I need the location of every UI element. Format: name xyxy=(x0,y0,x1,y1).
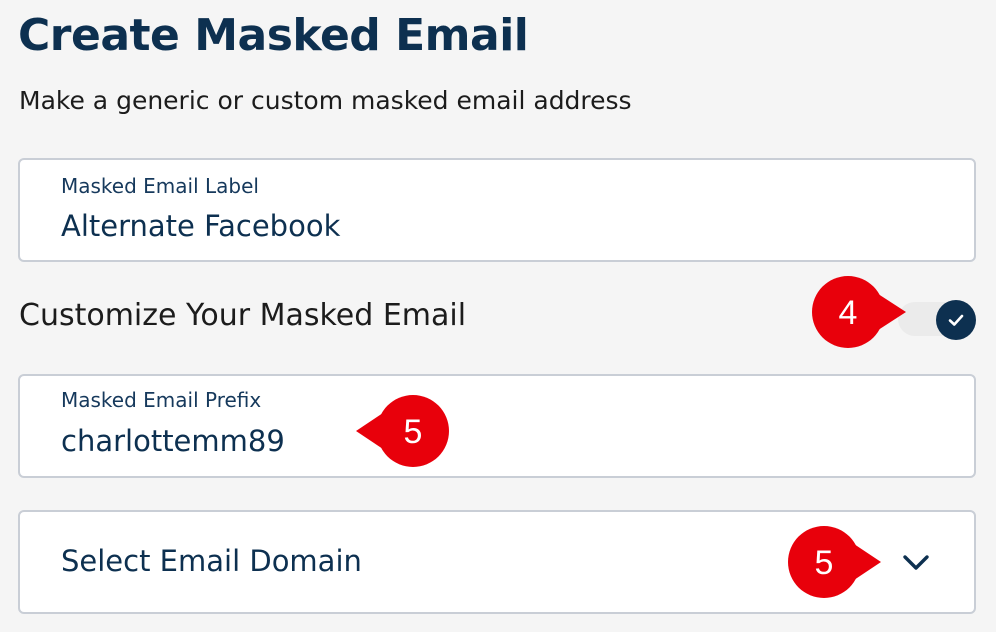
page-title: Create Masked Email xyxy=(18,10,529,61)
masked-email-prefix-caption: Masked Email Prefix xyxy=(61,388,262,412)
email-domain-placeholder: Select Email Domain xyxy=(61,544,362,578)
customize-label: Customize Your Masked Email xyxy=(19,298,467,333)
step-4-callout: 4 xyxy=(812,276,906,348)
step-4-number: 4 xyxy=(839,294,858,332)
masked-email-prefix-value[interactable]: charlottemm89 xyxy=(61,424,285,458)
step-5-domain-callout: 5 xyxy=(788,526,881,598)
customize-toggle[interactable] xyxy=(898,300,978,340)
toggle-knob xyxy=(936,300,976,340)
masked-email-label-value[interactable]: Alternate Facebook xyxy=(61,209,340,243)
masked-email-label-field[interactable]: Masked Email Label Alternate Facebook xyxy=(18,158,976,262)
page-subtitle: Make a generic or custom masked email ad… xyxy=(19,86,632,115)
chevron-down-icon[interactable] xyxy=(900,546,932,578)
step-5-prefix-callout: 5 xyxy=(356,395,449,467)
step-5-domain-number: 5 xyxy=(815,544,834,582)
step-5-prefix-number: 5 xyxy=(404,413,423,451)
masked-email-prefix-field[interactable]: Masked Email Prefix charlottemm89 xyxy=(18,374,976,478)
check-icon xyxy=(948,314,964,326)
masked-email-label-caption: Masked Email Label xyxy=(61,174,259,198)
